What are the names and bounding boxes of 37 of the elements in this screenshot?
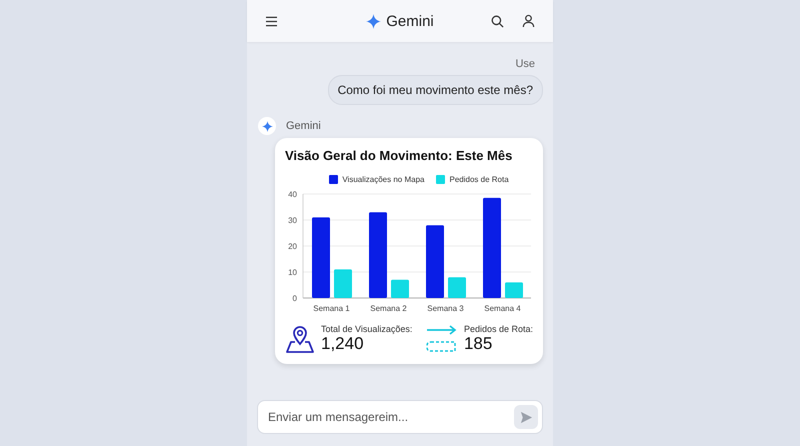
legend-swatch [436,175,446,184]
bar [391,280,409,298]
stat-value: 1,240 [321,334,365,354]
message-composer[interactable]: Enviar um mensagereim... [257,400,543,434]
x-tick-label: Semana 2 [370,304,407,313]
legend-swatch [329,175,338,184]
sparkle-icon [366,14,382,28]
bar [448,277,466,298]
user-message: Como foi meu movimento este mês? [328,75,543,105]
x-tick-label: Semana 3 [427,304,464,313]
y-tick-label: 30 [288,216,297,225]
legend-label: Visualizações no Mapa [342,175,424,184]
stat-label: Pedidos de Rota: [464,324,533,334]
send-icon [520,410,532,424]
map-pin-icon [285,324,315,354]
message-field[interactable]: Enviar um mensagereim... [266,409,514,425]
x-tick-label: Semana 4 [484,304,521,313]
bar [334,269,352,298]
card-title: Visão Geral do Movimento: Este Mês [285,148,514,163]
legend-label: Pedidos de Rota [449,175,509,184]
user-icon[interactable] [522,14,535,28]
bar [505,282,523,298]
y-tick-label: 20 [288,242,297,251]
y-tick-label: 0 [292,294,297,303]
avatar-icon [258,117,276,135]
stat-value: 185 [464,334,494,354]
x-tick-label: Semana 1 [313,304,350,313]
assistant-name: Gemini [286,120,321,132]
stat-label: Total de Visualizações: [321,324,412,334]
search-icon[interactable] [491,14,504,28]
menu-icon[interactable] [265,16,278,26]
y-tick-label: 40 [288,190,297,199]
route-arrow-icon [426,324,458,354]
sender-name: Use [515,58,535,70]
send-button[interactable] [514,405,538,429]
app-title: Gemini [386,12,434,30]
y-tick-label: 10 [288,268,297,277]
